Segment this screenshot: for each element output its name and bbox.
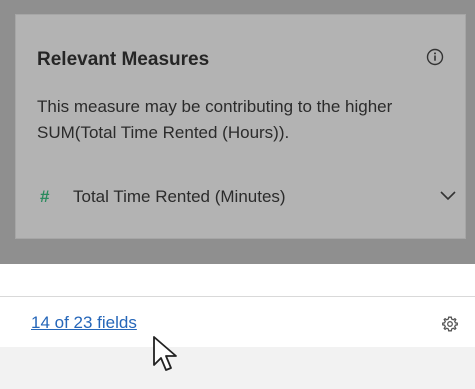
mouse-pointer-icon [153, 336, 177, 371]
card-title: Relevant Measures [37, 49, 210, 70]
card-description: This measure may be contributing to the … [37, 97, 393, 142]
info-icon[interactable] [426, 48, 444, 66]
footer-bar [0, 347, 475, 389]
measure-label: Total Time Rented (Minutes) [73, 187, 286, 206]
measure-row[interactable]: # Total Time Rented (Minutes) [34, 182, 458, 212]
chevron-down-icon[interactable] [438, 188, 458, 204]
relevant-measures-card: Relevant Measures This measure may be co… [15, 14, 466, 239]
fields-count-link[interactable]: 14 of 23 fields [31, 312, 137, 334]
divider [0, 296, 475, 297]
measure-type-icon: # [40, 187, 50, 206]
gear-icon[interactable] [441, 315, 459, 333]
